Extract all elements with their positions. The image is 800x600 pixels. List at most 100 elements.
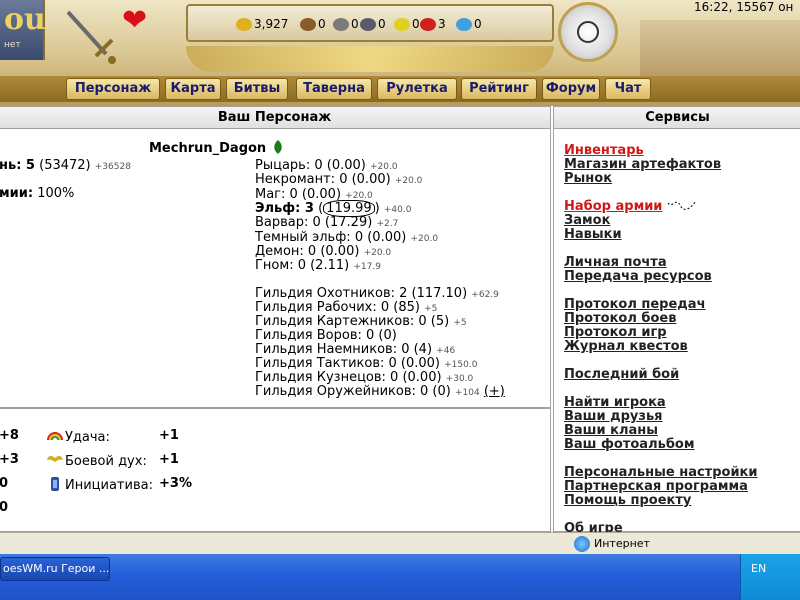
language-indicator[interactable]: EN bbox=[751, 562, 766, 575]
stat-left-value: 0 bbox=[0, 500, 9, 515]
resource-value: 3 bbox=[438, 17, 446, 31]
faction-bonus: +20.0 bbox=[394, 176, 423, 187]
character-panel-title: Ваш Персонаж bbox=[0, 107, 550, 129]
server-time: 16:22, 15567 он bbox=[694, 0, 794, 14]
nav-item-6[interactable]: Форум bbox=[542, 78, 600, 100]
logo-text: ou bbox=[4, 2, 46, 37]
sulfur-icon bbox=[394, 17, 410, 31]
stat-item: Удача: +1 bbox=[47, 428, 179, 445]
resource-value: 0 bbox=[351, 17, 359, 31]
guild-row: Гильдия Наемников: 0 (4) +46 bbox=[255, 342, 455, 357]
service-link[interactable]: Личная почта bbox=[564, 255, 667, 270]
service-link[interactable]: Навыки bbox=[564, 227, 622, 242]
morale-wings-icon bbox=[47, 455, 63, 462]
guild-label: Гильдия Картежников: 0 (5) bbox=[255, 314, 450, 329]
initiative-icon bbox=[51, 477, 59, 491]
rainbow-icon bbox=[47, 432, 63, 441]
pocket-watch-icon[interactable] bbox=[558, 2, 618, 62]
combat-level: нь: 5 (53472) +36528 bbox=[0, 158, 131, 173]
service-link[interactable]: Партнерская программа bbox=[564, 479, 748, 494]
stat-left-value: +3 bbox=[0, 452, 19, 467]
guild-row: Гильдия Воров: 0 (0) bbox=[255, 328, 397, 343]
main-nav: Персонаж Карта Битвы Таверна Рулетка Рейтинг Ф… bbox=[0, 76, 800, 102]
service-link[interactable]: Инвентарь bbox=[564, 143, 644, 158]
guild-label: Гильдия Оружейников: 0 (0) bbox=[255, 384, 451, 399]
health-heart-icon[interactable]: ❤ bbox=[122, 6, 147, 36]
guild-row: Гильдия Картежников: 0 (5) +5 bbox=[255, 314, 467, 329]
faction-bonus: +17.9 bbox=[353, 262, 381, 273]
mercury-icon bbox=[360, 17, 376, 31]
faction-row: Эльф: 3 (119.99) +40.0 bbox=[255, 199, 412, 217]
service-link[interactable]: Помощь проекту bbox=[564, 493, 691, 508]
guild-bonus: +5 bbox=[424, 304, 438, 314]
character-name[interactable]: Mechrun_Dagon bbox=[149, 140, 283, 156]
taskbar-browser-button[interactable]: oesWM.ru Герои ... bbox=[0, 557, 110, 581]
service-link[interactable]: Ваши кланы bbox=[564, 423, 658, 438]
browser-status-bar: Интернет bbox=[0, 532, 800, 554]
game-logo[interactable]: ou нет bbox=[0, 0, 46, 60]
service-link[interactable]: Передача ресурсов bbox=[564, 269, 712, 284]
character-panel: Ваш Персонаж Mechrun_Dagon нь: 5 (53472)… bbox=[0, 106, 551, 408]
system-tray: EN bbox=[740, 554, 800, 600]
stat-label: Инициатива: bbox=[65, 478, 153, 493]
stat-item: Инициатива: +3% bbox=[47, 476, 192, 493]
header-ornament bbox=[186, 46, 554, 72]
services-panel: Сервисы Инвентарь Магазин артефактов Рынок… bbox=[553, 106, 800, 536]
stat-value: +1 bbox=[159, 428, 179, 443]
service-link[interactable]: Ваш фотоальбом bbox=[564, 437, 694, 452]
nav-item-4[interactable]: Рулетка bbox=[377, 78, 457, 100]
faction-label: Темный эльф: 0 (0.00) bbox=[255, 229, 407, 245]
guild-label: Гильдия Рабочих: 0 (85) bbox=[255, 300, 420, 315]
internet-zone-icon bbox=[574, 536, 590, 552]
army-morale: мии: 100% bbox=[0, 186, 75, 201]
stat-label: Боевой дух: bbox=[65, 454, 147, 469]
faction-label: Рыцарь: 0 (0.00) bbox=[255, 158, 366, 173]
guild-label: Гильдия Охотников: 2 (117.10) bbox=[255, 286, 468, 301]
service-link[interactable]: Протокол передач bbox=[564, 297, 706, 312]
nav-item-1[interactable]: Карта bbox=[165, 78, 221, 100]
resource-ore: 0 bbox=[333, 17, 359, 31]
guild-bonus: +5 bbox=[453, 318, 467, 328]
service-link[interactable]: Протокол игр bbox=[564, 325, 667, 340]
nav-item-5[interactable]: Рейтинг bbox=[461, 78, 537, 100]
nav-item-0[interactable]: Персонаж bbox=[66, 78, 160, 100]
faction-bonus: +20.0 bbox=[363, 247, 392, 258]
guild-label: Гильдия Тактиков: 0 (0.00) bbox=[255, 356, 440, 371]
service-link[interactable]: Найти игрока bbox=[564, 395, 666, 410]
faction-label: Демон: 0 (0.00) bbox=[255, 243, 360, 259]
service-link[interactable]: Журнал квестов bbox=[564, 339, 688, 354]
service-link[interactable]: Замок bbox=[564, 213, 610, 228]
nav-item-2[interactable]: Битвы bbox=[226, 78, 288, 100]
guild-upgrade-link[interactable]: (+) bbox=[484, 384, 505, 399]
resource-value: 3,927 bbox=[254, 17, 289, 31]
service-link[interactable]: Последний бой bbox=[564, 367, 679, 382]
stat-left-value: 0 bbox=[0, 476, 9, 491]
guild-row: Гильдия Тактиков: 0 (0.00) +150.0 bbox=[255, 356, 477, 371]
resource-gems: 0 bbox=[456, 17, 482, 31]
ore-icon bbox=[333, 17, 349, 31]
service-link[interactable]: Набор армии bbox=[564, 199, 662, 214]
gold-icon bbox=[236, 17, 252, 31]
guild-bonus: +46 bbox=[436, 346, 456, 356]
service-link[interactable]: Магазин артефактов bbox=[564, 157, 721, 172]
windows-taskbar: oesWM.ru Герои ... EN bbox=[0, 554, 800, 600]
scribble-mark bbox=[667, 200, 697, 210]
watch-face-icon bbox=[577, 21, 599, 43]
guild-bonus: +104 bbox=[454, 388, 480, 398]
resource-value: 0 bbox=[474, 17, 482, 31]
service-link[interactable]: Персональные настройки bbox=[564, 465, 758, 480]
guild-row: Гильдия Охотников: 2 (117.10) +62.9 bbox=[255, 286, 499, 301]
service-link[interactable]: Протокол боев bbox=[564, 311, 676, 326]
faction-label: Гном: 0 (2.11) bbox=[255, 258, 350, 274]
resource-sulfur: 0 bbox=[394, 17, 420, 31]
resource-value: 0 bbox=[412, 17, 420, 31]
guild-row: Гильдия Оружейников: 0 (0) +104 (+) bbox=[255, 384, 505, 399]
logo-subtext: нет bbox=[4, 40, 21, 50]
nav-item-3[interactable]: Таверна bbox=[296, 78, 372, 100]
service-link[interactable]: Ваши друзья bbox=[564, 409, 663, 424]
guild-label: Гильдия Воров: 0 (0) bbox=[255, 328, 397, 343]
stat-label: Удача: bbox=[65, 430, 110, 445]
faction-row: Гном: 0 (2.11) +17.9 bbox=[255, 258, 381, 273]
service-link[interactable]: Рынок bbox=[564, 171, 612, 186]
nav-item-7[interactable]: Чат bbox=[605, 78, 651, 100]
